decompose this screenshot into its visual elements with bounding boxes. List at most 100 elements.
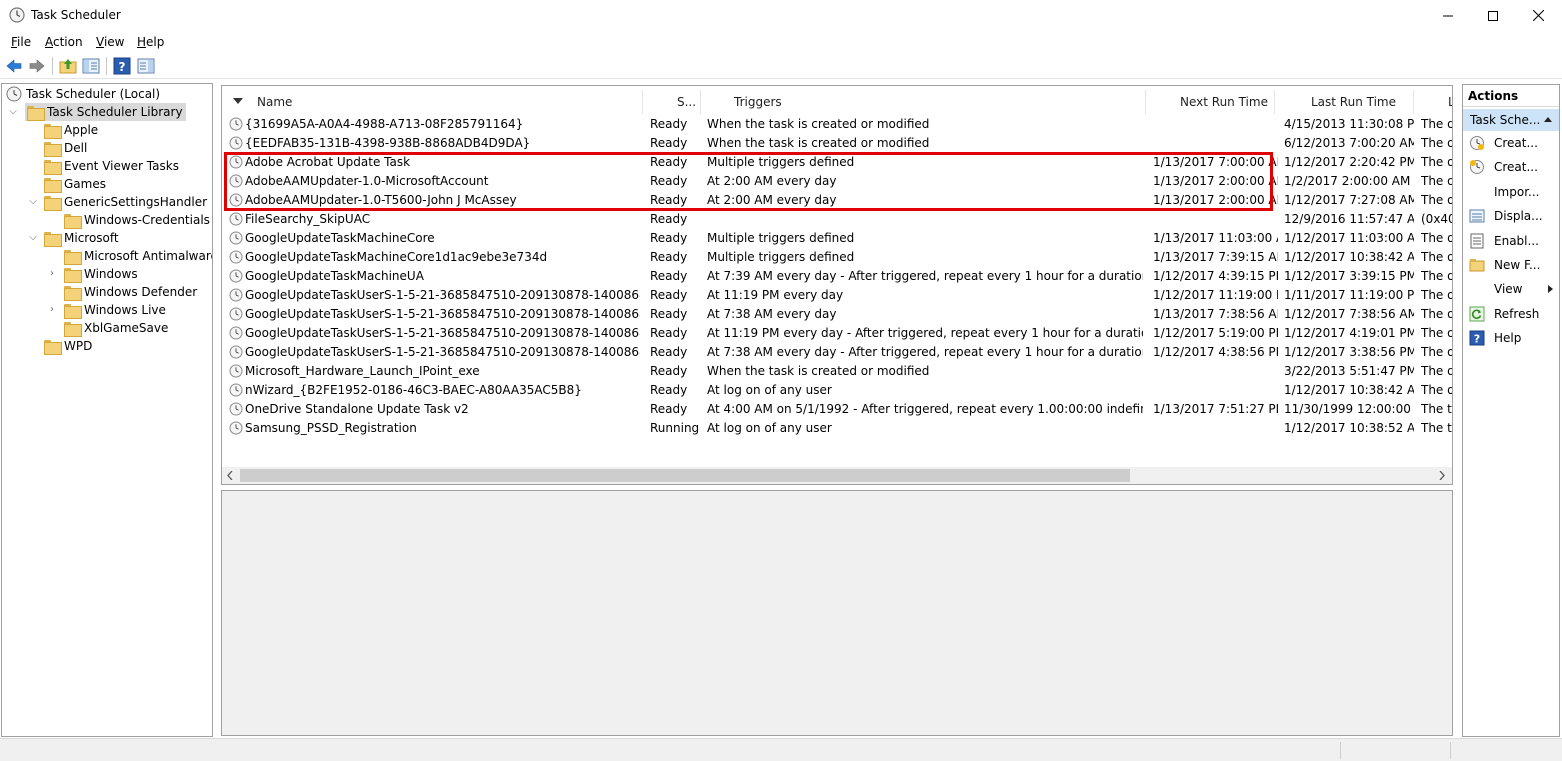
action-view-menu[interactable]: View xyxy=(1463,278,1559,300)
table-row[interactable]: Microsoft_Hardware_Launch_IPoint_exe Read… xyxy=(222,362,1452,381)
column-last-run[interactable]: Last Run Time xyxy=(1311,95,1396,109)
column-divider[interactable] xyxy=(700,90,701,114)
chevron-down-icon[interactable]: ⌵ xyxy=(28,197,38,207)
tree-item-windows-live[interactable]: › Windows Live xyxy=(47,301,166,319)
cell-last-run: 1/12/2017 10:38:42 AM xyxy=(1284,383,1414,397)
maximize-button[interactable] xyxy=(1470,0,1516,31)
task-clock-icon xyxy=(229,117,243,131)
forward-arrow-icon[interactable] xyxy=(28,57,46,75)
chevron-down-icon[interactable]: ⌵ xyxy=(28,233,38,243)
table-row[interactable]: {EEDFAB35-131B-4398-938B-8868ADB4D9DA} Re… xyxy=(222,134,1452,153)
table-row[interactable]: Adobe Acrobat Update Task Ready Multiple t… xyxy=(222,153,1452,172)
cell-next-run: 1/12/2017 4:38:56 PM xyxy=(1153,345,1278,359)
cell-name: {EEDFAB35-131B-4398-938B-8868ADB4D9DA} xyxy=(245,136,531,150)
cell-next-run: 1/13/2017 7:51:27 PM xyxy=(1153,402,1278,416)
table-row[interactable]: GoogleUpdateTaskUserS-1-5-21-3685847510-… xyxy=(222,324,1452,343)
menu-view[interactable]: View xyxy=(96,35,124,49)
column-last-result[interactable]: L xyxy=(1448,95,1452,109)
tree-item-windows-defender[interactable]: Windows Defender xyxy=(64,283,197,301)
show-hide-console-tree-icon[interactable] xyxy=(82,57,100,75)
horizontal-scrollbar[interactable] xyxy=(222,467,1452,484)
show-hide-action-pane-icon[interactable] xyxy=(137,57,155,75)
table-row[interactable]: GoogleUpdateTaskUserS-1-5-21-3685847510-… xyxy=(222,305,1452,324)
minimize-button[interactable] xyxy=(1425,0,1471,31)
chevron-right-icon[interactable]: › xyxy=(47,305,57,315)
table-row[interactable]: GoogleUpdateTaskUserS-1-5-21-3685847510-… xyxy=(222,286,1452,305)
close-button[interactable] xyxy=(1515,0,1561,31)
tree-item-event-viewer-tasks[interactable]: Event Viewer Tasks xyxy=(44,157,179,175)
cell-status: Ready xyxy=(650,250,688,264)
table-row[interactable]: nWizard_{B2FE1952-0186-46C3-BAEC-A80AA35… xyxy=(222,381,1452,400)
tree-item-dell[interactable]: Dell xyxy=(44,139,87,157)
action-import-task[interactable]: Impor... xyxy=(1463,181,1559,203)
table-row[interactable]: OneDrive Standalone Update Task v2 Ready A… xyxy=(222,400,1452,419)
tree-item-microsoft-antimalware[interactable]: Microsoft Antimalware xyxy=(64,247,212,265)
help-icon[interactable]: ? xyxy=(113,57,131,75)
column-divider[interactable] xyxy=(1274,90,1275,114)
menu-action[interactable]: Action xyxy=(45,35,83,49)
tree-item-xblgamesave[interactable]: XblGameSave xyxy=(64,319,168,337)
tree-item-library[interactable]: ⌵ Task Scheduler Library xyxy=(8,103,186,121)
action-new-folder[interactable]: New F... xyxy=(1463,254,1559,276)
tree-item-wpd[interactable]: WPD xyxy=(44,337,92,355)
tree-item-label: Event Viewer Tasks xyxy=(64,159,179,173)
action-create-basic-task[interactable]: Creat... xyxy=(1463,132,1559,154)
actions-pane: Actions Task Sche... Creat... Creat... Imp… xyxy=(1462,84,1560,737)
help-icon: ? xyxy=(1469,330,1485,346)
column-header-row: Name S... Triggers Next Run Time Last Ru… xyxy=(222,86,1452,116)
cell-status: Ready xyxy=(650,383,688,397)
cell-triggers: Multiple triggers defined xyxy=(707,155,855,169)
tree-root[interactable]: Task Scheduler (Local) xyxy=(6,85,160,103)
action-help[interactable]: ? Help xyxy=(1463,327,1559,349)
action-enable-history[interactable]: Enabl... xyxy=(1463,230,1559,252)
menu-file[interactable]: File xyxy=(11,35,31,49)
chevron-right-icon[interactable]: › xyxy=(47,269,57,279)
column-divider[interactable] xyxy=(1145,90,1146,114)
cell-status: Ready xyxy=(650,269,688,283)
menu-help[interactable]: Help xyxy=(137,35,164,49)
back-arrow-icon[interactable] xyxy=(5,57,23,75)
column-status[interactable]: S... xyxy=(677,95,696,109)
tree-item-microsoft[interactable]: ⌵ Microsoft xyxy=(28,229,119,247)
scroll-left-icon[interactable] xyxy=(227,471,233,480)
action-refresh[interactable]: Refresh xyxy=(1463,303,1559,325)
tree-item-games[interactable]: Games xyxy=(44,175,106,193)
cell-triggers: At log on of any user xyxy=(707,383,832,397)
cell-next-run: 1/13/2017 7:38:56 AM xyxy=(1153,307,1278,321)
actions-section-header[interactable]: Task Sche... xyxy=(1463,109,1559,131)
tree-item-genericsettingshandler[interactable]: ⌵ GenericSettingsHandler xyxy=(28,193,207,211)
table-row[interactable]: Samsung_PSSD_Registration Running At log o… xyxy=(222,419,1452,438)
table-row[interactable]: AdobeAAMUpdater-1.0-T5600-John J McAssey… xyxy=(222,191,1452,210)
table-row[interactable]: GoogleUpdateTaskMachineCore Ready Multiple… xyxy=(222,229,1452,248)
minimize-icon xyxy=(1443,15,1453,16)
tree-library-label: Task Scheduler Library xyxy=(47,105,183,119)
collapse-arrow-icon[interactable] xyxy=(1544,117,1552,122)
task-details-pane xyxy=(221,490,1453,736)
cell-last-result: The o xyxy=(1421,250,1453,264)
action-display-running-tasks[interactable]: Displa... xyxy=(1463,205,1559,227)
table-row[interactable]: GoogleUpdateTaskMachineUA Ready At 7:39 AM… xyxy=(222,267,1452,286)
tree-item-apple[interactable]: Apple xyxy=(44,121,98,139)
tree-item-windows[interactable]: › Windows xyxy=(47,265,138,283)
column-name[interactable]: Name xyxy=(257,95,292,109)
scroll-right-icon[interactable] xyxy=(1439,471,1445,480)
table-row[interactable]: AdobeAAMUpdater-1.0-MicrosoftAccount Read… xyxy=(222,172,1452,191)
cell-triggers: When the task is created or modified xyxy=(707,136,930,150)
table-row[interactable]: GoogleUpdateTaskMachineCore1d1ac9ebe3e73… xyxy=(222,248,1453,267)
up-folder-icon[interactable] xyxy=(59,57,77,75)
table-row[interactable]: FileSearchy_SkipUAC Ready 12/9/2016 11:57:… xyxy=(222,210,1452,229)
title-bar: Task Scheduler xyxy=(0,0,1562,31)
column-divider[interactable] xyxy=(1413,90,1414,114)
column-divider[interactable] xyxy=(642,90,643,114)
table-row[interactable]: {31699A5A-A0A4-4988-A713-08F285791164} Re… xyxy=(222,115,1452,134)
scrollbar-thumb[interactable] xyxy=(240,469,1130,482)
tree-item-windows-credentials[interactable]: Windows-Credentials xyxy=(64,211,210,229)
chevron-down-icon[interactable]: ⌵ xyxy=(8,107,18,117)
cell-status: Ready xyxy=(650,193,688,207)
action-create-task[interactable]: Creat... xyxy=(1463,156,1559,178)
new-folder-icon xyxy=(1469,259,1485,272)
column-triggers[interactable]: Triggers xyxy=(734,95,782,109)
cell-triggers: At 7:38 AM every day - After triggered, … xyxy=(707,345,1143,359)
column-next-run[interactable]: Next Run Time xyxy=(1180,95,1268,109)
table-row[interactable]: GoogleUpdateTaskUserS-1-5-21-3685847510-… xyxy=(222,343,1452,362)
